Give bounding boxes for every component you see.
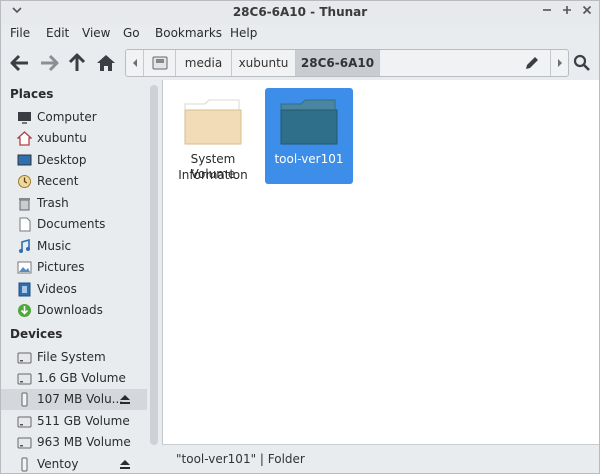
sidebar-item-label: Downloads	[37, 303, 103, 317]
back-arrow-icon[interactable]	[8, 51, 32, 75]
status-text: "tool-ver101" | Folder	[176, 452, 305, 466]
sidebar-item-label: 1.6 GB Volume	[37, 371, 126, 385]
trash-icon	[17, 196, 32, 211]
pictures-icon	[17, 260, 32, 275]
search-icon[interactable]	[570, 51, 594, 75]
drive-icon	[17, 435, 32, 450]
close-icon[interactable]	[577, 3, 597, 23]
toolbar: media xubuntu 28C6-6A10	[1, 47, 599, 79]
path-segment-current[interactable]: 28C6-6A10	[296, 50, 380, 76]
downloads-icon	[17, 303, 32, 318]
folder-icon	[183, 96, 243, 149]
eject-icon[interactable]	[119, 393, 131, 405]
menu-bar: File Edit View Go Bookmarks Help	[1, 25, 599, 45]
sidebar-item-511gb-volume[interactable]: 511 GB Volume	[1, 411, 147, 432]
sidebar: Places Computer xubuntu Desktop Recent T…	[1, 80, 161, 473]
file-name: tool-ver101	[274, 152, 344, 166]
sidebar-item-label: 511 GB Volume	[37, 414, 130, 428]
sidebar-scrollbar[interactable]	[150, 85, 158, 445]
usb-drive-icon	[17, 457, 32, 472]
sidebar-item-music[interactable]: Music	[1, 236, 147, 257]
sidebar-item-ventoy[interactable]: Ventoy	[1, 454, 147, 473]
videos-icon	[17, 282, 32, 297]
drive-icon	[17, 414, 32, 429]
drive-icon	[17, 371, 32, 386]
sidebar-item-label: Music	[37, 239, 72, 253]
window-title: 28C6-6A10 - Thunar	[232, 5, 368, 19]
location-bar: media xubuntu 28C6-6A10	[125, 49, 569, 77]
folder-icon	[279, 96, 339, 149]
places-header: Places	[10, 87, 54, 101]
file-name: Information	[178, 168, 248, 182]
drive-root-icon[interactable]	[144, 50, 176, 76]
sidebar-item-label: Recent	[37, 174, 79, 188]
sidebar-item-label: xubuntu	[37, 131, 87, 145]
file-item-selected[interactable]: tool-ver101	[265, 88, 353, 184]
usb-drive-icon	[17, 392, 32, 407]
menu-go[interactable]: Go	[123, 26, 140, 40]
devices-header: Devices	[10, 327, 63, 341]
menu-view[interactable]: View	[82, 26, 110, 40]
path-scroll-right-icon[interactable]	[550, 50, 568, 76]
home-icon	[16, 131, 33, 146]
sidebar-item-label: Ventoy	[37, 457, 79, 471]
sidebar-item-recent[interactable]: Recent	[1, 171, 147, 192]
sidebar-item-videos[interactable]: Videos	[1, 279, 147, 300]
title-bar[interactable]: 28C6-6A10 - Thunar	[1, 1, 599, 25]
sidebar-item-label: Pictures	[37, 260, 85, 274]
sidebar-item-1-6gb-volume[interactable]: 1.6 GB Volume	[1, 368, 147, 389]
menu-file[interactable]: File	[10, 26, 30, 40]
menu-edit[interactable]: Edit	[46, 26, 69, 40]
sidebar-item-pictures[interactable]: Pictures	[1, 257, 147, 278]
path-segment-xubuntu[interactable]: xubuntu	[232, 50, 296, 76]
sidebar-item-documents[interactable]: Documents	[1, 214, 147, 235]
sidebar-item-desktop[interactable]: Desktop	[1, 150, 147, 171]
file-view[interactable]: System Volume Information tool-ver101	[162, 80, 599, 444]
sidebar-item-label: Videos	[37, 282, 77, 296]
maximize-icon[interactable]	[557, 3, 577, 23]
edit-location-pencil-icon[interactable]	[520, 51, 544, 75]
path-segment-media[interactable]: media	[176, 50, 232, 76]
sidebar-item-label: Trash	[37, 196, 69, 210]
sidebar-item-computer[interactable]: Computer	[1, 107, 147, 128]
sidebar-item-label: Desktop	[37, 153, 87, 167]
sidebar-item-label: Documents	[37, 217, 106, 231]
documents-icon	[17, 217, 32, 232]
file-item[interactable]: System Volume Information	[169, 88, 257, 184]
computer-icon	[17, 110, 32, 125]
sidebar-item-file-system[interactable]: File System	[1, 347, 147, 368]
status-bar: "tool-ver101" | Folder	[162, 444, 599, 473]
sidebar-item-107mb-volume[interactable]: 107 MB Volu...	[1, 389, 147, 410]
sidebar-item-label: 107 MB Volu...	[37, 392, 124, 406]
sidebar-item-label: Computer	[37, 110, 97, 124]
sidebar-item-xubuntu[interactable]: xubuntu	[1, 128, 147, 149]
forward-arrow-icon[interactable]	[37, 51, 61, 75]
sidebar-item-downloads[interactable]: Downloads	[1, 300, 147, 321]
minimize-icon[interactable]	[537, 3, 557, 23]
drive-icon	[17, 350, 32, 365]
sidebar-item-label: File System	[37, 350, 106, 364]
thunar-window: 28C6-6A10 - Thunar File Edit View Go Boo…	[0, 0, 600, 474]
recent-icon	[17, 174, 32, 189]
path-scroll-left-icon[interactable]	[126, 50, 144, 76]
music-icon	[17, 238, 32, 254]
desktop-icon	[17, 153, 32, 168]
sidebar-item-trash[interactable]: Trash	[1, 193, 147, 214]
eject-icon[interactable]	[119, 458, 131, 470]
home-icon[interactable]	[94, 51, 118, 75]
menu-help[interactable]: Help	[230, 26, 257, 40]
menu-bookmarks[interactable]: Bookmarks	[155, 26, 222, 40]
sidebar-item-label: 963 MB Volume	[37, 435, 131, 449]
sidebar-item-963mb-volume[interactable]: 963 MB Volume	[1, 432, 147, 453]
up-arrow-icon[interactable]	[65, 51, 89, 75]
